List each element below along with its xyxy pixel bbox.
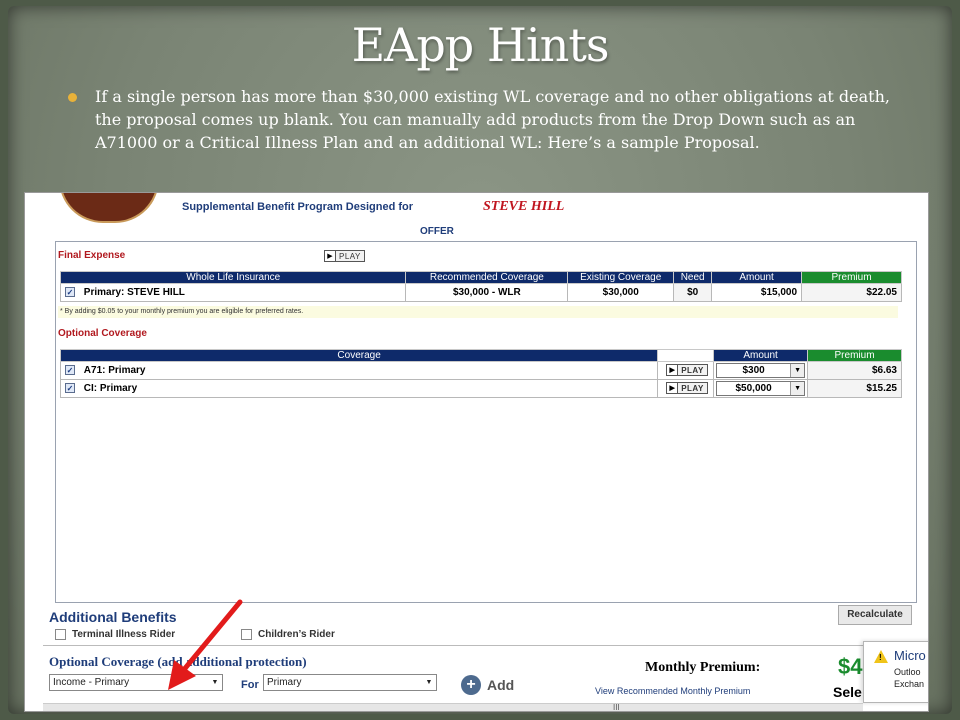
red-arrow-annotation <box>168 599 243 690</box>
